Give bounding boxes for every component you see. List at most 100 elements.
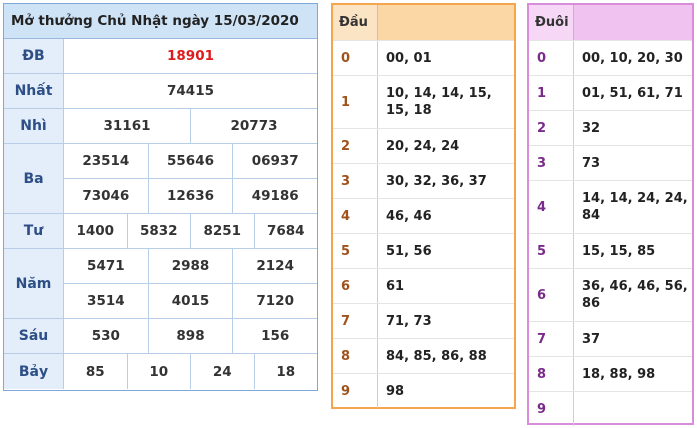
- results-body: ĐB 18901 Nhất 74415 Nhì 31161 20773 Ba 23514 5564…: [4, 39, 317, 389]
- duoi-values: 15, 15, 85: [582, 243, 656, 259]
- prize-number: 5471: [87, 258, 125, 274]
- duoi-values: 73: [582, 155, 601, 171]
- prize-row: Nhì 31161 20773: [4, 109, 317, 144]
- prize-values: 85 10 24 18: [64, 354, 317, 389]
- dau-values: 00, 01: [386, 50, 432, 66]
- dau-values: 46, 46: [386, 208, 432, 224]
- prize-number: 898: [147, 319, 233, 353]
- prize-number: 3514: [87, 293, 125, 309]
- dau-digit: 1: [333, 76, 378, 128]
- prize-row: Bảy 85 10 24 18: [4, 354, 317, 389]
- duoi-values: 18, 88, 98: [582, 366, 656, 382]
- dau-row: 5 51, 56: [333, 233, 514, 268]
- dau-values: 30, 32, 36, 37: [386, 173, 487, 189]
- duoi-digit: 8: [529, 357, 574, 391]
- prize-number: 85: [85, 363, 105, 380]
- dau-header-values: [378, 5, 514, 40]
- duoi-digit: 6: [529, 269, 574, 321]
- duoi-row: 2 32: [529, 110, 692, 145]
- duoi-header: Đuôi: [529, 5, 574, 40]
- prize-number: 73046: [82, 188, 130, 204]
- prize-values: 74415: [64, 74, 317, 108]
- prize-row: ĐB 18901: [4, 39, 317, 74]
- dau-values: 10, 14, 14, 15, 15, 18: [386, 86, 492, 118]
- duoi-body: 0 00, 10, 20, 30 1 01, 51, 61, 71 2 32 3 73 4 14,…: [529, 40, 692, 426]
- prize-row: Năm 5471 2988 2124 3514 4015 7120: [4, 249, 317, 319]
- prize-subrow: 74415: [64, 74, 317, 108]
- prize-values: 18901: [64, 39, 317, 73]
- prize-number: 156: [232, 319, 317, 353]
- prize-row: Sáu 530 898 156: [4, 319, 317, 354]
- prize-label: Ba: [4, 144, 64, 213]
- duoi-digit: 2: [529, 111, 574, 145]
- duoi-table: Đuôi 0 00, 10, 20, 30 1 01, 51, 61, 71 2 32 3 7…: [527, 3, 694, 426]
- prize-subrow: 5471 2988 2124: [64, 249, 317, 283]
- prize-number: 20773: [190, 109, 317, 143]
- dau-table: Đầu 0 00, 01 1 10, 14, 14, 15, 15, 18 2 20, 2…: [331, 3, 516, 409]
- results-table: Mở thưởng Chủ Nhật ngày 15/03/2020 ĐB 189…: [3, 3, 318, 391]
- prize-number: 55646: [147, 144, 233, 178]
- duoi-values: 14, 14, 24, 24, 84: [582, 191, 688, 223]
- prize-subrow: 31161 20773: [64, 109, 317, 143]
- prize-number: 8251: [190, 214, 254, 248]
- dau-digit: 3: [333, 164, 378, 198]
- dau-row: 1 10, 14, 14, 15, 15, 18: [333, 75, 514, 128]
- dau-digit: 6: [333, 269, 378, 303]
- prize-number: 23514: [82, 153, 130, 169]
- prize-values: 5471 2988 2124 3514 4015 7120: [64, 249, 317, 318]
- dau-row: 6 61: [333, 268, 514, 303]
- prize-label: Sáu: [4, 319, 64, 353]
- dau-header-row: Đầu: [333, 5, 514, 40]
- duoi-values: 36, 46, 46, 56, 86: [582, 279, 688, 311]
- prize-values: 23514 55646 06937 73046 12636 49186: [64, 144, 317, 213]
- prize-label: Nhất: [4, 74, 64, 108]
- dau-digit: 4: [333, 199, 378, 233]
- prize-subrow: 1400 5832 8251 7684: [64, 214, 317, 248]
- prize-number: 1400: [76, 223, 115, 239]
- dau-digit: 7: [333, 304, 378, 338]
- prize-subrow: 73046 12636 49186: [64, 178, 317, 213]
- prize-number: 06937: [232, 144, 317, 178]
- dau-row: 9 98: [333, 373, 514, 408]
- duoi-digit: 0: [529, 41, 574, 75]
- prize-values: 31161 20773: [64, 109, 317, 143]
- prize-subrow: 530 898 156: [64, 319, 317, 353]
- duoi-row: 0 00, 10, 20, 30: [529, 40, 692, 75]
- duoi-row: 7 37: [529, 321, 692, 356]
- dau-digit: 2: [333, 129, 378, 163]
- prize-number: 2124: [232, 249, 317, 283]
- duoi-values: [574, 392, 692, 426]
- prize-row: Nhất 74415: [4, 74, 317, 109]
- dau-row: 0 00, 01: [333, 40, 514, 75]
- duoi-digit: 4: [529, 181, 574, 233]
- prize-label: Nhì: [4, 109, 64, 143]
- prize-number: 31161: [103, 118, 151, 134]
- prize-number: 5832: [126, 214, 191, 248]
- dau-digit: 9: [333, 374, 378, 408]
- prize-number: 49186: [232, 179, 317, 213]
- duoi-values: 37: [582, 331, 601, 347]
- prize-number: 2988: [147, 249, 233, 283]
- dau-digit: 0: [333, 41, 378, 75]
- dau-body: 0 00, 01 1 10, 14, 14, 15, 15, 18 2 20, 24, 2…: [333, 40, 514, 408]
- duoi-row: 1 01, 51, 61, 71: [529, 75, 692, 110]
- duoi-row: 6 36, 46, 46, 56, 86: [529, 268, 692, 321]
- prize-number: 18: [253, 354, 318, 389]
- duoi-row: 8 18, 88, 98: [529, 356, 692, 391]
- prize-number: 530: [91, 328, 120, 344]
- prize-values: 1400 5832 8251 7684: [64, 214, 317, 248]
- dau-row: 3 30, 32, 36, 37: [333, 163, 514, 198]
- duoi-row: 3 73: [529, 145, 692, 180]
- dau-row: 8 84, 85, 86, 88: [333, 338, 514, 373]
- dau-values: 51, 56: [386, 243, 432, 259]
- duoi-row: 4 14, 14, 24, 24, 84: [529, 180, 692, 233]
- duoi-digit: 3: [529, 146, 574, 180]
- prize-number: 7120: [232, 284, 317, 318]
- duoi-values: 00, 10, 20, 30: [582, 50, 683, 66]
- prize-label: Bảy: [4, 354, 64, 389]
- dau-values: 98: [386, 383, 405, 399]
- duoi-header-values: [574, 5, 692, 40]
- duoi-digit: 7: [529, 322, 574, 356]
- dau-values: 61: [386, 278, 405, 294]
- prize-number: 7684: [253, 214, 318, 248]
